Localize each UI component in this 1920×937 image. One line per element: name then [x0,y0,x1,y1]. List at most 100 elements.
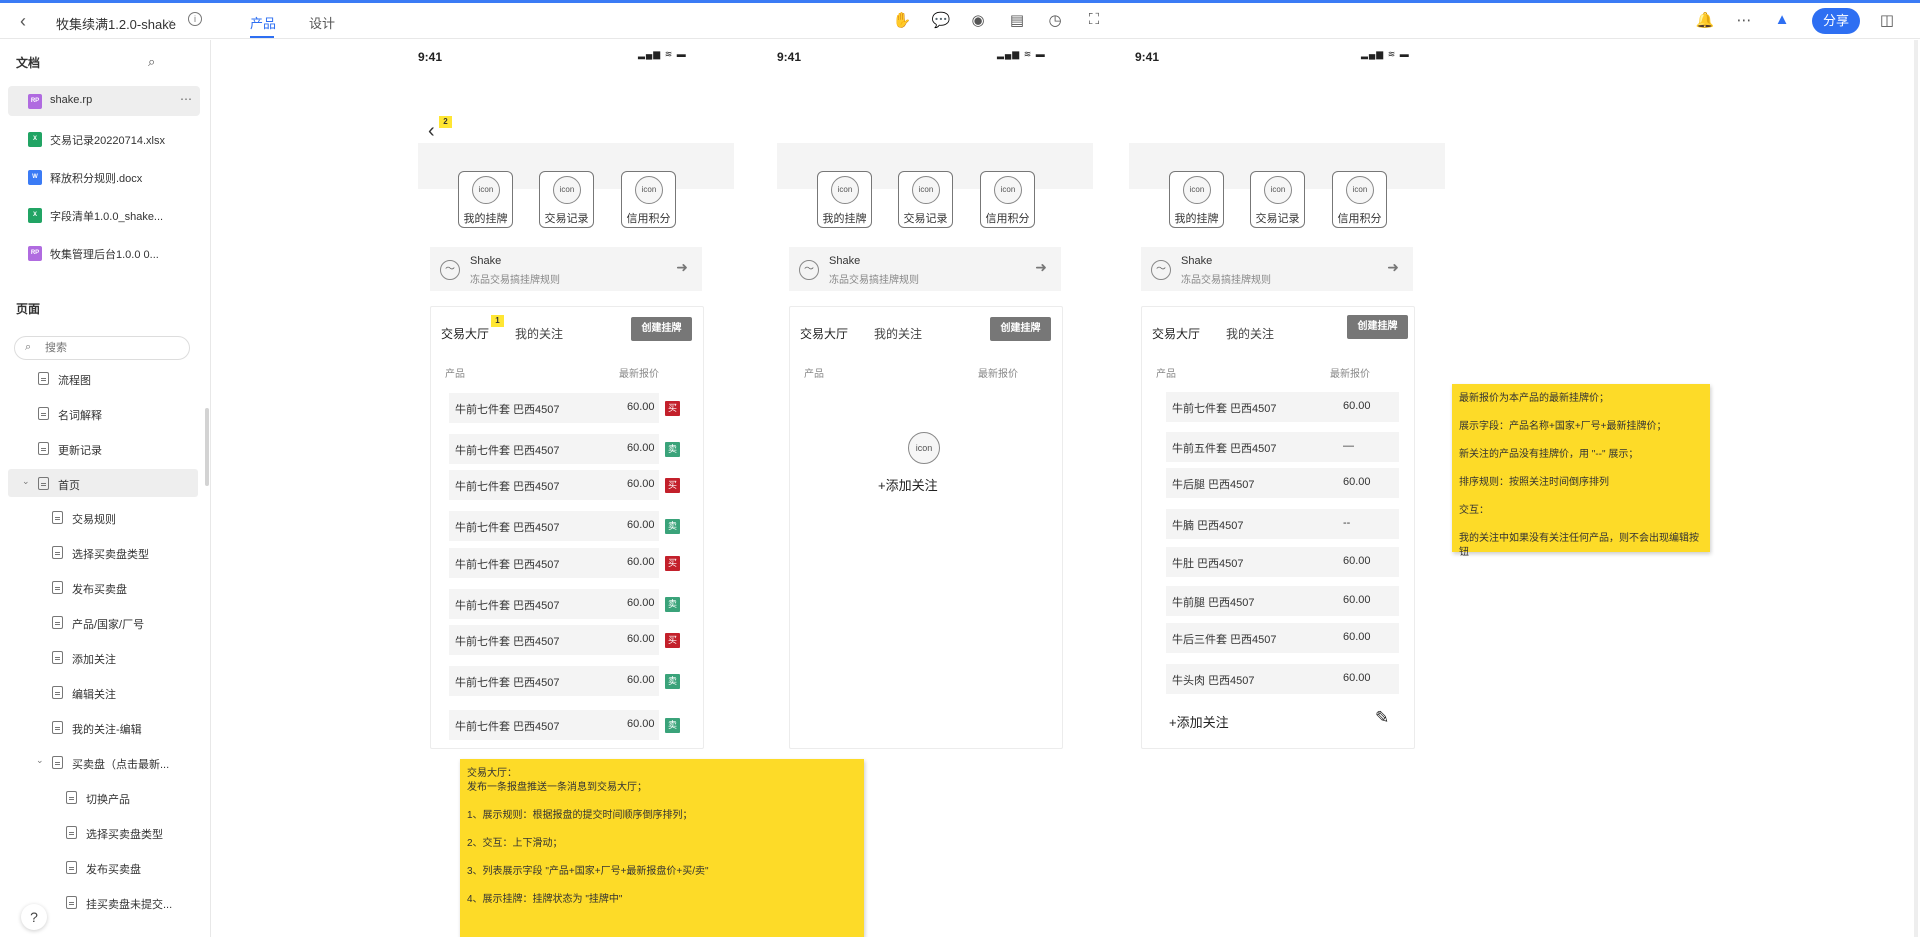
arrow-right-icon[interactable]: ➜ [1387,259,1399,276]
scrollbar[interactable] [205,408,209,486]
more-icon[interactable]: ⋯ [1734,11,1754,29]
tab-trading-hall[interactable]: 交易大厅 [1152,325,1200,342]
chevron-down-icon[interactable]: ⌄ [22,476,30,487]
notes-icon[interactable]: ▤ [1007,11,1027,29]
entry-card[interactable]: icon 交易记录 [898,171,953,228]
page-item[interactable]: 选择买卖盘类型 [8,538,198,566]
create-listing-button[interactable]: 创建挂牌 [1347,315,1408,339]
table-row[interactable]: 牛前七件套 巴西4507 60.00 [449,470,659,500]
tab-my-follow[interactable]: 我的关注 [874,325,922,342]
canvas-scrollbar[interactable] [1914,40,1918,937]
chevron-down-icon[interactable]: ⌄ [36,755,44,766]
tab-trading-hall[interactable]: 交易大厅 [800,325,848,342]
product-name: 牛前七件套 巴西4507 [455,559,560,571]
entry-card[interactable]: icon 信用积分 [1332,171,1387,228]
tab-design[interactable]: 设计 [309,13,335,32]
table-row[interactable]: 牛前七件套 巴西4507 60.00 [449,589,659,619]
create-listing-button[interactable]: 创建挂牌 [990,317,1051,341]
history-icon[interactable]: ◷ [1045,11,1065,29]
doc-item[interactable]: RP 牧集管理后台1.0.0 0... [8,238,200,268]
eye-icon[interactable]: ◉ [968,11,988,29]
table-row[interactable]: 牛后三件套 巴西4507 60.00 [1166,623,1399,653]
page-item[interactable]: 编辑关注 [8,678,198,706]
file-type-icon: RP [28,94,42,109]
table-row[interactable]: 牛腩 巴西4507 -- [1166,509,1399,539]
page-item[interactable]: 发布买卖盘 [8,573,198,601]
more-icon[interactable]: ⋯ [180,92,192,106]
page-icon [66,791,77,804]
note-line: 3、列表展示字段 "产品+国家+厂号+最新报盘价+买/卖" [467,866,709,877]
tab-my-follow[interactable]: 我的关注 [1226,325,1274,342]
arrow-right-icon[interactable]: ➜ [1035,259,1047,276]
page-item[interactable]: 切换产品 [8,783,198,811]
table-row[interactable]: 牛后腿 巴西4507 60.00 [1166,468,1399,498]
tab-trading-hall[interactable]: 交易大厅 [441,325,489,342]
add-follow-button[interactable]: +添加关注 [878,475,938,494]
search-input[interactable] [45,340,175,356]
back-icon[interactable]: ‹ [428,120,435,143]
page-item[interactable]: 发布买卖盘 [8,853,198,881]
fullscreen-icon[interactable]: ⛶ [1084,11,1104,28]
create-listing-button[interactable]: 创建挂牌 [631,317,692,341]
project-name[interactable]: 牧集续满1.2.0-shake [56,14,176,33]
note-trading-hall: 交易大厅： 发布一条报盘推送一条消息到交易大厅； 1、展示规则：根据报盘的提交时… [460,759,864,937]
page-item[interactable]: 产品/国家/厂号 [8,608,198,636]
table-row[interactable]: 牛肚 巴西4507 60.00 [1166,547,1399,577]
entry-card[interactable]: icon 交易记录 [539,171,594,228]
chevron-down-icon[interactable]: ⌄ [166,13,175,26]
page-item[interactable]: 添加关注 [8,643,198,671]
hand-icon[interactable]: ✋ [892,11,912,29]
page-item[interactable]: 名词解释 [8,399,198,427]
table-row[interactable]: 牛前七件套 巴西4507 60.00 [449,393,659,423]
entry-card[interactable]: icon 我的挂牌 [817,171,872,228]
table-row[interactable]: 牛前七件套 巴西4507 60.00 [1166,392,1399,422]
add-follow-button[interactable]: +添加关注 [1169,712,1229,731]
table-row[interactable]: 牛前七件套 巴西4507 60.00 [449,625,659,655]
table-row[interactable]: 牛前七件套 巴西4507 60.00 [449,710,659,740]
page-label: 挂买卖盘未提交... [86,899,173,911]
entry-label: 我的挂牌 [822,213,867,225]
shake-banner[interactable]: 〜 Shake 冻品交易搞挂牌规则 ➜ [430,247,702,291]
comment-icon[interactable]: 💬 [931,11,951,29]
page-item[interactable]: ⌄ 买卖盘（点击最新... [8,748,198,776]
page-item[interactable]: 流程图 [8,364,198,392]
entry-card[interactable]: icon 信用积分 [621,171,676,228]
tab-product[interactable]: 产品 [250,13,276,32]
page-item[interactable]: 交易规则 [8,503,198,531]
doc-item[interactable]: X 字段清单1.0.0_shake... [8,200,200,230]
product-name: 牛前七件套 巴西4507 [455,677,560,689]
page-icon [52,581,63,594]
shake-banner[interactable]: 〜 Shake 冻品交易搞挂牌规则 ➜ [789,247,1061,291]
table-row[interactable]: 牛前五件套 巴西4507 — [1166,432,1399,462]
entry-card[interactable]: icon 我的挂牌 [1169,171,1224,228]
panel-toggle-icon[interactable]: ◫ [1877,11,1897,29]
help-button[interactable]: ? [21,904,47,930]
page-item[interactable]: 更新记录 [8,434,198,462]
table-row[interactable]: 牛前七件套 巴西4507 60.00 [449,434,659,464]
table-row[interactable]: 牛前七件套 巴西4507 60.00 [449,511,659,541]
page-search[interactable]: ⌕ [14,336,190,360]
edit-icon[interactable]: ✎ [1375,708,1389,728]
page-item[interactable]: 选择买卖盘类型 [8,818,198,846]
table-row[interactable]: 牛前七件套 巴西4507 60.00 [449,548,659,578]
entry-card[interactable]: icon 我的挂牌 [458,171,513,228]
shake-banner[interactable]: 〜 Shake 冻品交易搞挂牌规则 ➜ [1141,247,1413,291]
table-row[interactable]: 牛前七件套 巴西4507 60.00 [449,666,659,696]
arrow-right-icon[interactable]: ➜ [676,259,688,276]
tab-my-follow[interactable]: 我的关注 [515,325,563,342]
bell-icon[interactable]: 🔔 [1695,11,1715,29]
back-icon[interactable]: ‹ [20,11,26,32]
page-item[interactable]: ⌄ 首页 [8,469,198,497]
table-row[interactable]: 牛头肉 巴西4507 60.00 [1166,664,1399,694]
doc-item[interactable]: W 释放积分规则.docx [8,162,200,192]
table-row[interactable]: 牛前腿 巴西4507 60.00 [1166,586,1399,616]
doc-item[interactable]: X 交易记录20220714.xlsx [8,124,200,154]
logo-icon[interactable]: ▲ [1772,11,1792,28]
entry-card[interactable]: icon 交易记录 [1250,171,1305,228]
page-item[interactable]: 我的关注-编辑 [8,713,198,741]
share-button[interactable]: 分享 [1812,8,1860,34]
info-icon[interactable]: i [188,12,202,26]
entry-card[interactable]: icon 信用积分 [980,171,1035,228]
doc-item[interactable]: RP shake.rp ⋯ [8,86,200,116]
search-icon[interactable]: ⌕ [148,54,155,70]
